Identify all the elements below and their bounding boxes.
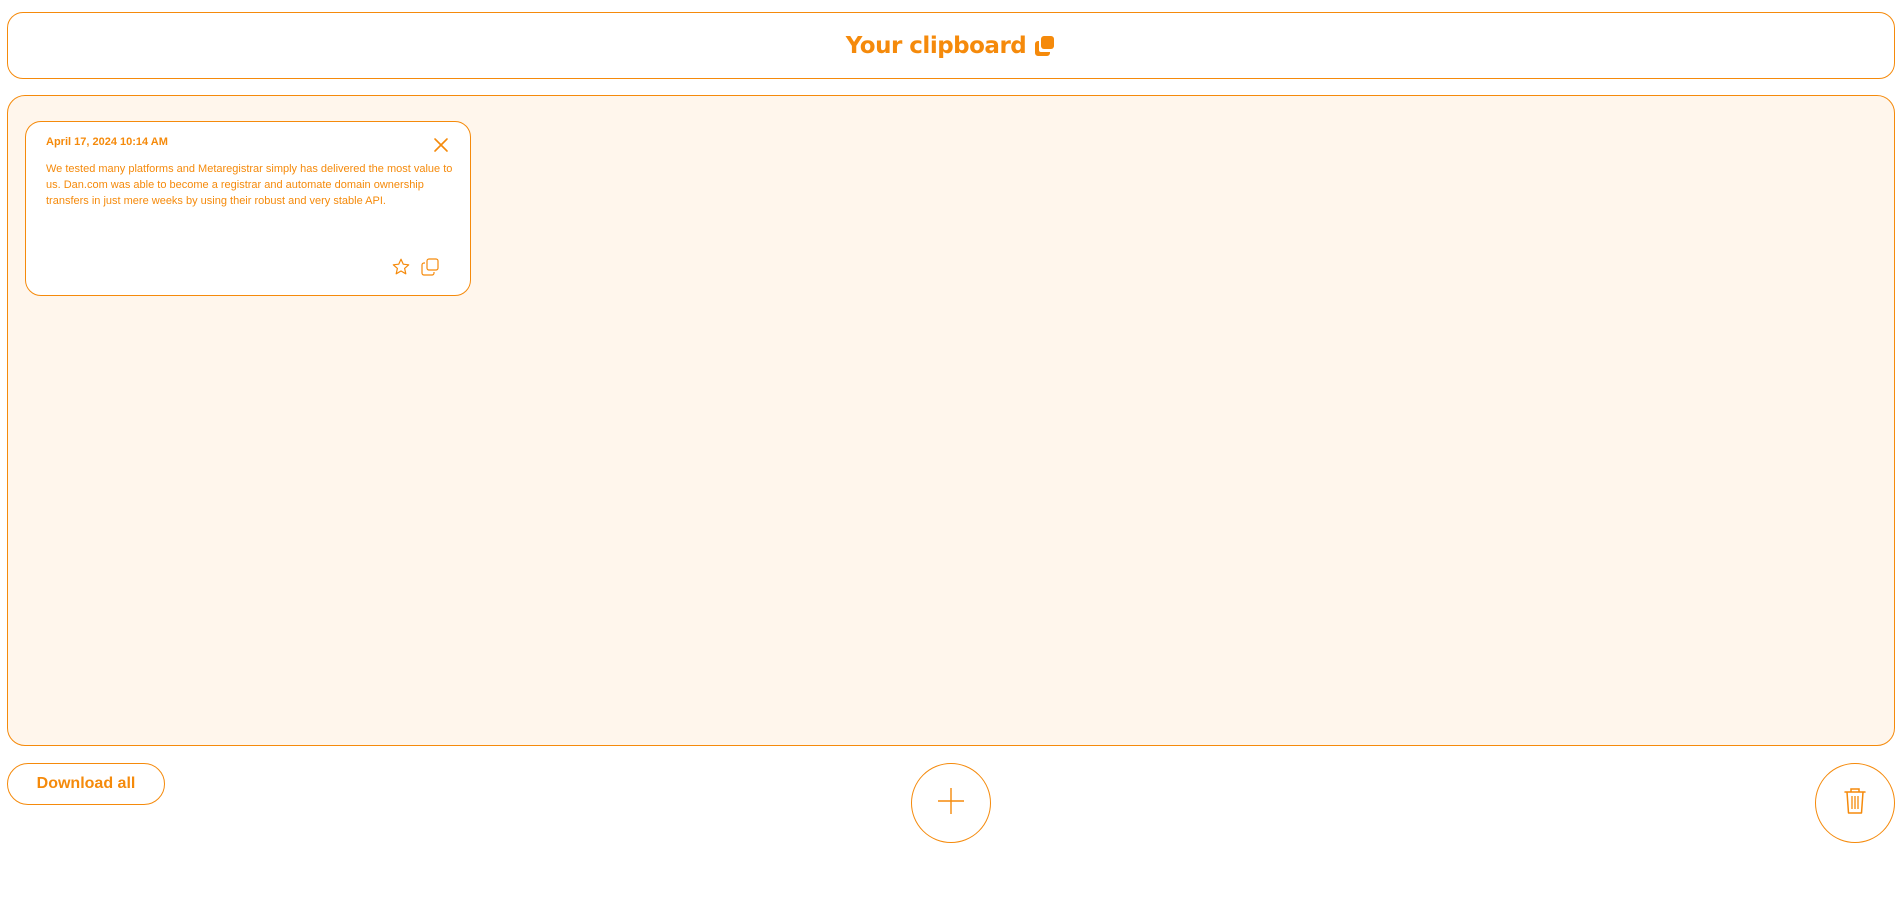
trash-icon [1842,786,1868,821]
copy-icon[interactable] [420,257,440,277]
download-all-button[interactable]: Download all [7,763,165,805]
add-clip-button[interactable] [911,763,991,843]
clipboard-board: April 17, 2024 10:14 AM We tested many p… [7,95,1895,746]
copy-icon [1032,34,1056,58]
clip-card[interactable]: April 17, 2024 10:14 AM We tested many p… [25,121,471,296]
star-icon[interactable] [391,257,411,277]
clip-date: April 17, 2024 10:14 AM [46,136,168,148]
page-title-text: Your clipboard [845,32,1027,59]
close-icon[interactable] [432,136,450,154]
clip-actions [391,257,440,277]
header-bar: Your clipboard [7,12,1895,79]
page-title: Your clipboard [846,33,1057,59]
plus-icon [935,785,967,822]
clear-all-button[interactable] [1815,763,1895,843]
clip-text: We tested many platforms and Metaregistr… [46,163,453,207]
